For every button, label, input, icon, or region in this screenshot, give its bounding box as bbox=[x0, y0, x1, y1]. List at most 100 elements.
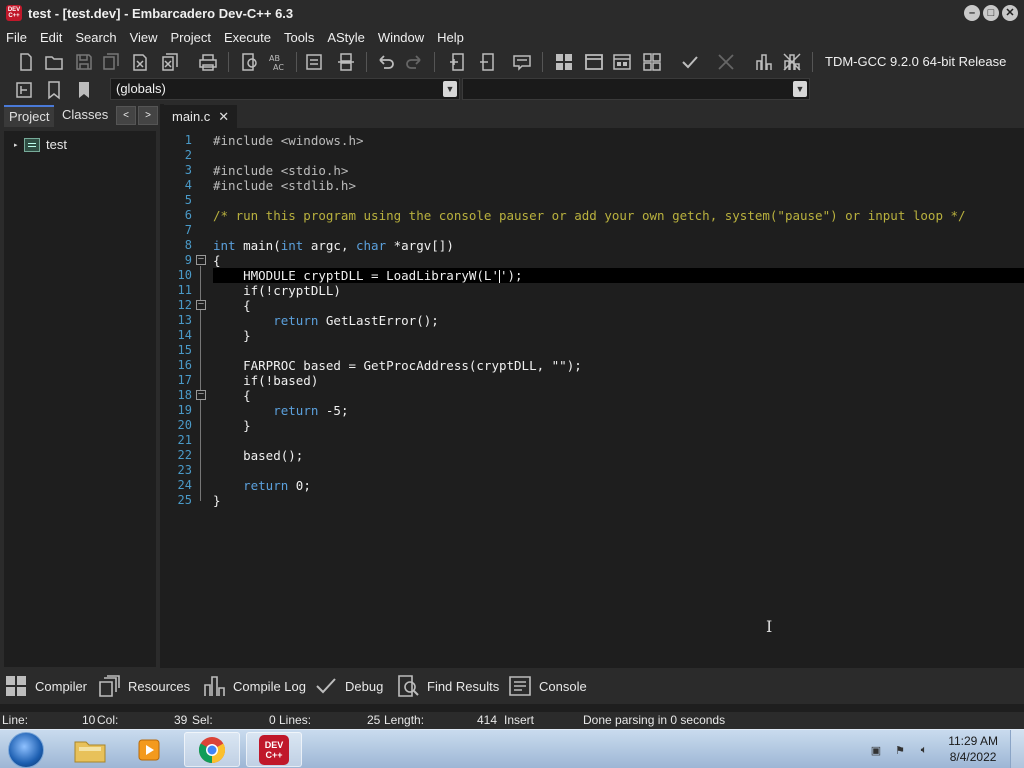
clock[interactable]: 11:29 AM 8/4/2022 bbox=[948, 733, 998, 765]
function-combobox[interactable]: ▼ bbox=[462, 78, 810, 100]
tab-compile-log[interactable]: Compile Log bbox=[202, 672, 306, 700]
compiler-set-select[interactable]: TDM-GCC 9.2.0 64-bit Release bbox=[820, 52, 1020, 72]
fold-toggle-icon[interactable]: – bbox=[196, 390, 206, 400]
code-line[interactable]: /* run this program using the console pa… bbox=[213, 208, 1024, 223]
profile-icon[interactable] bbox=[752, 51, 776, 73]
volume-icon[interactable]: 🔈︎ bbox=[916, 742, 932, 758]
open-folder-icon[interactable] bbox=[42, 51, 66, 73]
menu-file[interactable]: File bbox=[0, 30, 34, 45]
scope-combobox[interactable]: (globals) ▼ bbox=[110, 78, 460, 100]
goto-line-icon[interactable] bbox=[12, 79, 36, 101]
taskbar-explorer[interactable] bbox=[62, 732, 118, 767]
code-line[interactable]: #include <windows.h> bbox=[213, 133, 1024, 148]
chevron-down-icon[interactable]: ▼ bbox=[793, 81, 807, 97]
minimize-button[interactable]: – bbox=[964, 5, 980, 21]
project-options-icon[interactable] bbox=[510, 51, 534, 73]
code-line[interactable]: return 0; bbox=[213, 478, 1024, 493]
rebuild-all-icon[interactable] bbox=[640, 51, 664, 73]
code-line[interactable]: { bbox=[213, 388, 1024, 403]
code-line[interactable] bbox=[213, 193, 1024, 208]
menu-tools[interactable]: Tools bbox=[278, 30, 321, 45]
fold-toggle-icon[interactable]: – bbox=[196, 300, 206, 310]
network-icon[interactable]: ▣ bbox=[868, 742, 884, 758]
save-icon[interactable] bbox=[72, 51, 96, 73]
replace-icon[interactable]: AB AC bbox=[266, 51, 290, 73]
code-line[interactable] bbox=[213, 223, 1024, 238]
taskbar-media-player[interactable] bbox=[122, 732, 178, 767]
menu-help[interactable]: Help bbox=[431, 30, 471, 45]
code-line[interactable]: int main(int argc, char *argv[]) bbox=[213, 238, 1024, 253]
print-icon[interactable] bbox=[196, 51, 220, 73]
tree-item-test[interactable]: ▸ test bbox=[14, 137, 67, 152]
code-line[interactable] bbox=[213, 343, 1024, 358]
code-editor[interactable]: 1 2 3 4 5 6 7 8 9 10 11 12 13 14 15 16 17 18 19 20 21 22 23 24 2… bbox=[164, 128, 1024, 668]
show-desktop-button[interactable] bbox=[1010, 730, 1024, 768]
indent-icon[interactable] bbox=[302, 51, 326, 73]
code-line[interactable] bbox=[213, 148, 1024, 163]
taskbar-dev-cpp[interactable]: DEV C++ bbox=[246, 732, 302, 767]
menu-edit[interactable]: Edit bbox=[34, 30, 69, 45]
remove-from-project-icon[interactable] bbox=[476, 51, 500, 73]
tab-resources-label: Resources bbox=[128, 678, 191, 694]
new-project-icon[interactable] bbox=[446, 51, 470, 73]
tab-resources[interactable]: Resources bbox=[97, 672, 190, 700]
code-line[interactable]: { bbox=[213, 298, 1024, 313]
action-center-flag-icon[interactable]: ⚑ bbox=[892, 742, 908, 758]
bookmark-icon[interactable] bbox=[42, 79, 66, 101]
menu-search[interactable]: Search bbox=[69, 30, 123, 45]
find-icon[interactable] bbox=[238, 51, 262, 73]
code-line[interactable]: based(); bbox=[213, 448, 1024, 463]
code-line[interactable]: #include <stdio.h> bbox=[213, 163, 1024, 178]
tab-console[interactable]: Console bbox=[508, 672, 587, 700]
tab-main-c[interactable]: main.c ✕ bbox=[164, 105, 238, 128]
redo-icon[interactable] bbox=[402, 51, 426, 73]
code-line[interactable]: } bbox=[213, 328, 1024, 343]
close-file-icon[interactable] bbox=[128, 51, 152, 73]
compile-run-icon[interactable] bbox=[610, 51, 634, 73]
start-button[interactable] bbox=[8, 732, 44, 768]
new-file-icon[interactable] bbox=[14, 51, 38, 73]
undo-icon[interactable] bbox=[374, 51, 398, 73]
close-all-icon[interactable] bbox=[158, 51, 182, 73]
code-line[interactable]: #include <stdlib.h> bbox=[213, 178, 1024, 193]
code-line[interactable]: { bbox=[213, 253, 1024, 268]
fold-toggle-icon[interactable]: – bbox=[196, 255, 206, 265]
tab-find-results[interactable]: Find Results bbox=[396, 672, 499, 700]
close-button[interactable]: ✕ bbox=[1002, 5, 1018, 21]
tab-classes[interactable]: Classes bbox=[57, 105, 113, 127]
tabs-scroll-right-button[interactable]: > bbox=[138, 106, 158, 125]
delete-profile-icon[interactable] bbox=[780, 51, 804, 73]
code-line[interactable]: if(!cryptDLL) bbox=[213, 283, 1024, 298]
tab-compiler[interactable]: Compiler bbox=[4, 672, 87, 700]
close-icon[interactable]: ✕ bbox=[218, 106, 229, 128]
code-line[interactable] bbox=[213, 433, 1024, 448]
stop-execution-icon[interactable] bbox=[714, 51, 738, 73]
code-line[interactable]: return -5; bbox=[213, 403, 1024, 418]
syntax-check-icon[interactable] bbox=[678, 51, 702, 73]
code-line[interactable]: return GetLastError(); bbox=[213, 313, 1024, 328]
code-line[interactable]: if(!based) bbox=[213, 373, 1024, 388]
menu-window[interactable]: Window bbox=[372, 30, 431, 45]
menu-execute[interactable]: Execute bbox=[218, 30, 278, 45]
menu-view[interactable]: View bbox=[124, 30, 165, 45]
code-line[interactable] bbox=[213, 463, 1024, 478]
save-all-icon[interactable] bbox=[100, 51, 124, 73]
code-line[interactable]: FARPROC based = GetProcAddress(cryptDLL,… bbox=[213, 358, 1024, 373]
code-line-current[interactable]: HMODULE cryptDLL = LoadLibraryW(L''); bbox=[213, 268, 1024, 283]
code-line[interactable]: } bbox=[213, 493, 1024, 508]
taskbar-chrome[interactable] bbox=[184, 732, 240, 767]
expand-arrow-icon[interactable]: ▸ bbox=[14, 141, 22, 149]
menu-astyle[interactable]: AStyle bbox=[321, 30, 372, 45]
goto-bookmark-icon[interactable] bbox=[72, 79, 96, 101]
unindent-icon[interactable] bbox=[334, 51, 358, 73]
tab-debug[interactable]: Debug bbox=[314, 672, 383, 700]
code-area[interactable]: #include <windows.h> #include <stdio.h> … bbox=[213, 133, 1024, 508]
run-icon[interactable] bbox=[582, 51, 606, 73]
chevron-down-icon[interactable]: ▼ bbox=[443, 81, 457, 97]
maximize-button[interactable]: □ bbox=[983, 5, 999, 21]
tabs-scroll-left-button[interactable]: < bbox=[116, 106, 136, 125]
code-line[interactable]: } bbox=[213, 418, 1024, 433]
compile-icon[interactable] bbox=[552, 51, 576, 73]
menu-project[interactable]: Project bbox=[165, 30, 218, 45]
tab-project[interactable]: Project bbox=[4, 105, 55, 127]
